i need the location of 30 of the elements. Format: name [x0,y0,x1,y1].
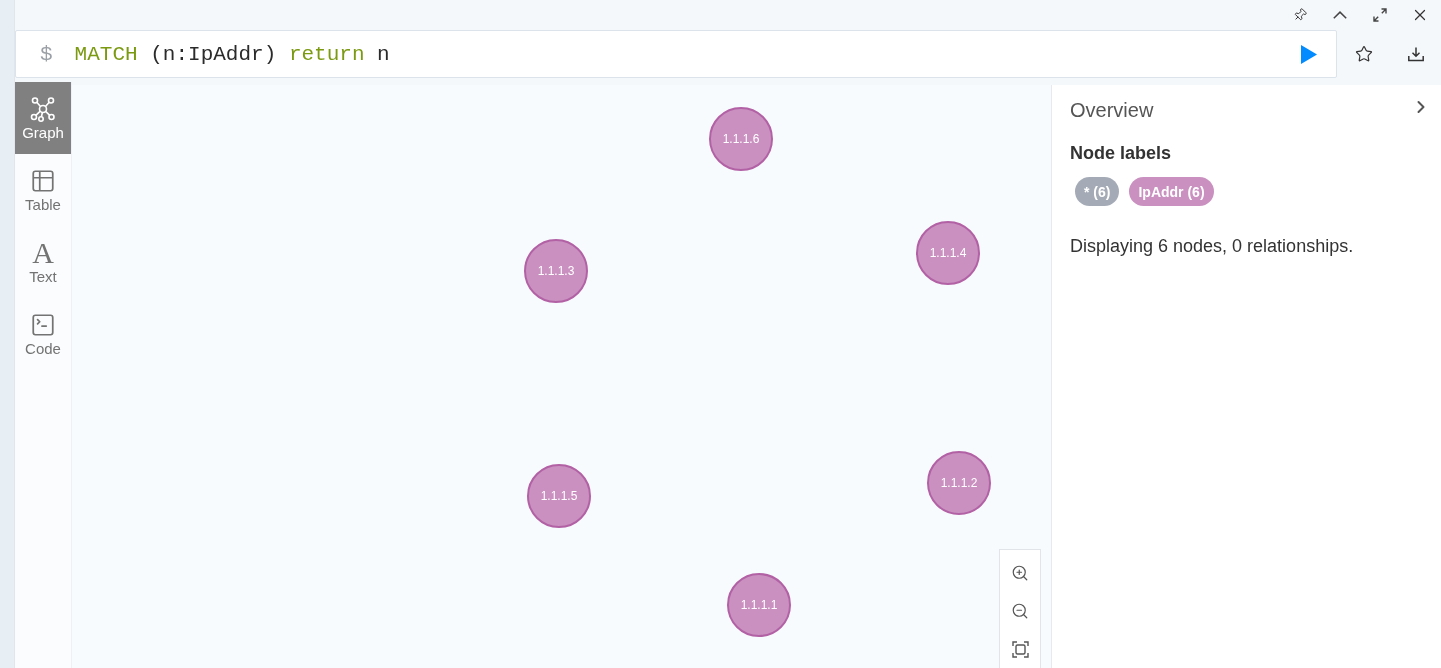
query-text: MATCH (n:IpAddr) return n [74,42,391,66]
graph-icon [30,95,56,122]
download-icon [1408,46,1424,62]
graph-node[interactable]: 1.1.1.2 [927,451,991,515]
terminal-icon [30,311,56,338]
section-title: Node labels [1070,143,1173,164]
query-editor[interactable]: $ MATCH (n:IpAddr) return n [15,30,1337,78]
graph-node[interactable]: 1.1.1.3 [524,239,588,303]
graph-node[interactable]: 1.1.1.6 [709,107,773,171]
label-tag[interactable]: IpAddr (6) [1129,177,1214,206]
fit-view-icon [1011,640,1029,658]
label-tag[interactable]: * (6) [1075,177,1120,206]
play-icon [1301,44,1317,64]
expand-icon [1373,7,1387,22]
star-icon [1355,45,1373,63]
view-tab[interactable]: Code [15,298,71,370]
graph-node[interactable]: 1.1.1.1 [727,573,791,637]
zoom-out-icon [1011,602,1029,620]
overview-title: Overview [1070,99,1154,122]
view-tab[interactable]: Graph [15,82,71,154]
chevron-up-icon [1333,10,1347,19]
graph-node[interactable]: 1.1.1.5 [527,464,591,528]
prompt-symbol: $ [40,42,53,66]
letter-icon: A [32,239,54,266]
graph-node[interactable]: 1.1.1.4 [916,221,980,285]
zoom-in-icon [1011,564,1029,582]
view-tab[interactable]: A Text [15,226,71,298]
summary-text: Displaying 6 nodes, 0 relationships. [1070,236,1355,257]
table-icon [30,167,56,194]
view-tab[interactable]: Table [15,154,71,226]
